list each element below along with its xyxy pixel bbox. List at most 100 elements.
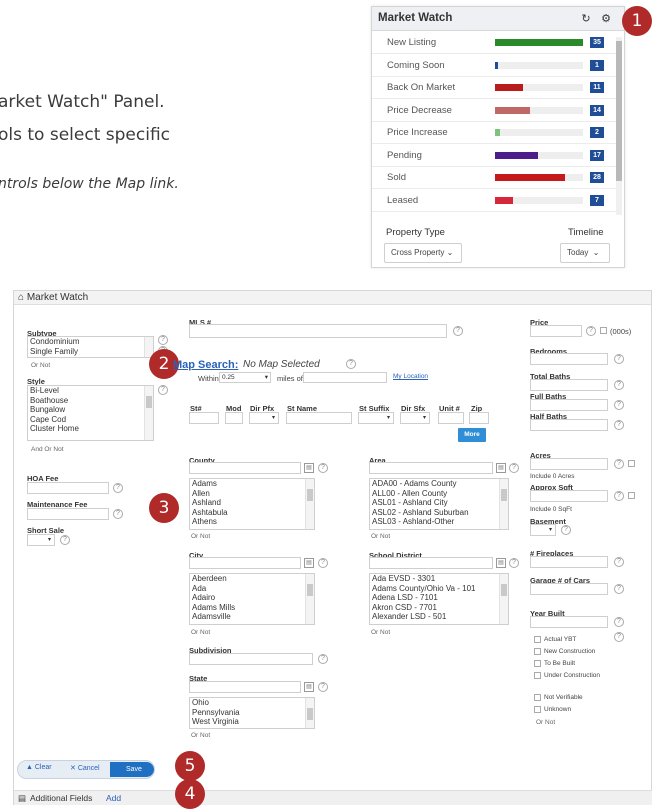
status-row[interactable]: Sold 28 [372,167,616,189]
status-row[interactable]: Price Decrease 14 [372,100,616,122]
help-icon[interactable]: ? [60,535,70,545]
actual-ybt-checkbox[interactable] [534,636,541,643]
status-row[interactable]: Coming Soon 1 [372,55,616,77]
help-icon[interactable]: ? [113,509,123,519]
subtype-list[interactable]: Condominium Single Family [27,336,154,358]
list-icon[interactable]: ▤ [304,682,314,692]
list-icon[interactable]: ▤ [496,558,506,568]
help-icon[interactable]: ? [318,558,328,568]
acres-input[interactable] [530,458,608,470]
st-name-input[interactable] [286,412,352,424]
list-icon[interactable]: ▤ [496,463,506,473]
city-list[interactable]: Aberdeen Ada Adairo Adams Mills Adamsvil… [189,573,315,625]
status-row[interactable]: Expired8 [372,212,616,216]
help-icon[interactable]: ? [158,385,168,395]
help-icon[interactable]: ? [614,557,624,567]
st-num-input[interactable] [189,412,219,424]
year-built-input[interactable] [530,616,608,628]
timeline-select[interactable]: Today ⌄ [560,243,610,263]
total-baths-input[interactable] [530,379,608,391]
cancel-button[interactable]: ✕ Cancel [70,764,100,772]
county-filter-input[interactable] [189,462,301,474]
acres-checkbox[interactable] [628,460,635,467]
map-search-link[interactable]: Map Search: [173,359,238,371]
status-count-badge[interactable]: 1 [590,59,604,71]
list-icon[interactable]: ▤ [304,463,314,473]
help-icon[interactable]: ? [614,632,624,642]
school-filter-input[interactable] [369,557,493,569]
help-icon[interactable]: ? [614,354,624,364]
my-location-link[interactable]: My Location [393,373,428,380]
property-type-select[interactable]: Cross Property ⌄ [384,243,462,263]
county-radio[interactable]: Or Not [191,533,210,540]
to-be-built-checkbox[interactable] [534,660,541,667]
help-icon[interactable]: ? [318,654,328,664]
fireplaces-input[interactable] [530,556,608,568]
help-icon[interactable]: ? [561,525,571,535]
style-radio[interactable]: And Or Not [31,446,64,453]
status-count-badge[interactable]: 2 [590,127,604,138]
save-button[interactable]: Save [110,762,154,777]
status-row[interactable]: Back On Market 11 [372,77,616,99]
price-input[interactable] [530,325,582,337]
price-unit-checkbox[interactable] [600,327,607,334]
subtype-radio[interactable]: Or Not [31,362,50,369]
help-icon[interactable]: ? [614,584,624,594]
clear-button[interactable]: ▲ Clear [26,764,52,771]
status-count-badge[interactable]: 35 [590,37,604,48]
list-icon[interactable]: ▤ [304,558,314,568]
st-suffix-select[interactable]: ▾ [358,412,394,424]
unknown-checkbox[interactable] [534,706,541,713]
status-count-badge[interactable]: 7 [590,194,604,206]
not-verifiable-checkbox[interactable] [534,694,541,701]
under-construction-checkbox[interactable] [534,672,541,679]
help-icon[interactable]: ? [113,483,123,493]
city-filter-input[interactable] [189,557,301,569]
status-count-badge[interactable]: 11 [590,82,604,93]
help-icon[interactable]: ? [614,380,624,390]
location-input[interactable] [303,372,387,383]
status-row[interactable]: Leased 7 [372,190,616,212]
within-select[interactable]: 0.25 ▾ [219,372,271,383]
help-icon[interactable]: ? [614,420,624,430]
zip-input[interactable] [469,412,489,424]
status-row[interactable]: New Listing 35 [372,32,616,54]
help-icon[interactable]: ? [453,326,463,336]
dir-pfx-select[interactable]: ▾ [249,412,279,424]
hoa-fee-input[interactable] [27,482,109,494]
status-count-badge[interactable]: 17 [590,149,604,161]
mls-input[interactable] [189,324,447,338]
approx-sqft-input[interactable] [530,490,608,502]
full-baths-input[interactable] [530,399,608,411]
area-list[interactable]: ADA00 - Adams County ALL00 - Allen Count… [369,478,509,530]
dir-sfx-select[interactable]: ▾ [400,412,430,424]
state-list[interactable]: Ohio Pennsylvania West Virginia [189,697,315,729]
state-radio[interactable]: Or Not [191,732,210,739]
help-icon[interactable]: ? [318,682,328,692]
school-radio[interactable]: Or Not [371,629,390,636]
help-icon[interactable]: ? [614,491,624,501]
sqft-checkbox[interactable] [628,492,635,499]
mod-input[interactable] [225,412,243,424]
more-button[interactable]: More [458,428,486,442]
help-icon[interactable]: ? [158,335,168,345]
new-construction-checkbox[interactable] [534,648,541,655]
bedrooms-input[interactable] [530,353,608,365]
area-radio[interactable]: Or Not [371,533,390,540]
half-baths-input[interactable] [530,419,608,431]
school-district-list[interactable]: Ada EVSD - 3301 Adams County/Ohio Va - 1… [369,573,509,625]
county-list[interactable]: Adams Allen Ashland Ashtabula Athens [189,478,315,530]
short-sale-select[interactable]: ▾ [27,534,55,546]
status-count-badge[interactable]: 14 [590,104,604,116]
gear-icon[interactable]: ⚙ [598,11,614,27]
unit-input[interactable] [438,412,464,424]
help-icon[interactable]: ? [614,459,624,469]
status-count-badge[interactable]: 28 [590,172,604,183]
subdivision-input[interactable] [189,653,313,665]
status-row[interactable]: Price Increase 2 [372,122,616,144]
style-list[interactable]: Bi-Level Boathouse Bungalow Cape Cod Clu… [27,385,154,441]
help-icon[interactable]: ? [586,326,596,336]
widget-scrollbar[interactable] [616,37,622,215]
maintenance-fee-input[interactable] [27,508,109,520]
help-icon[interactable]: ? [614,617,624,627]
